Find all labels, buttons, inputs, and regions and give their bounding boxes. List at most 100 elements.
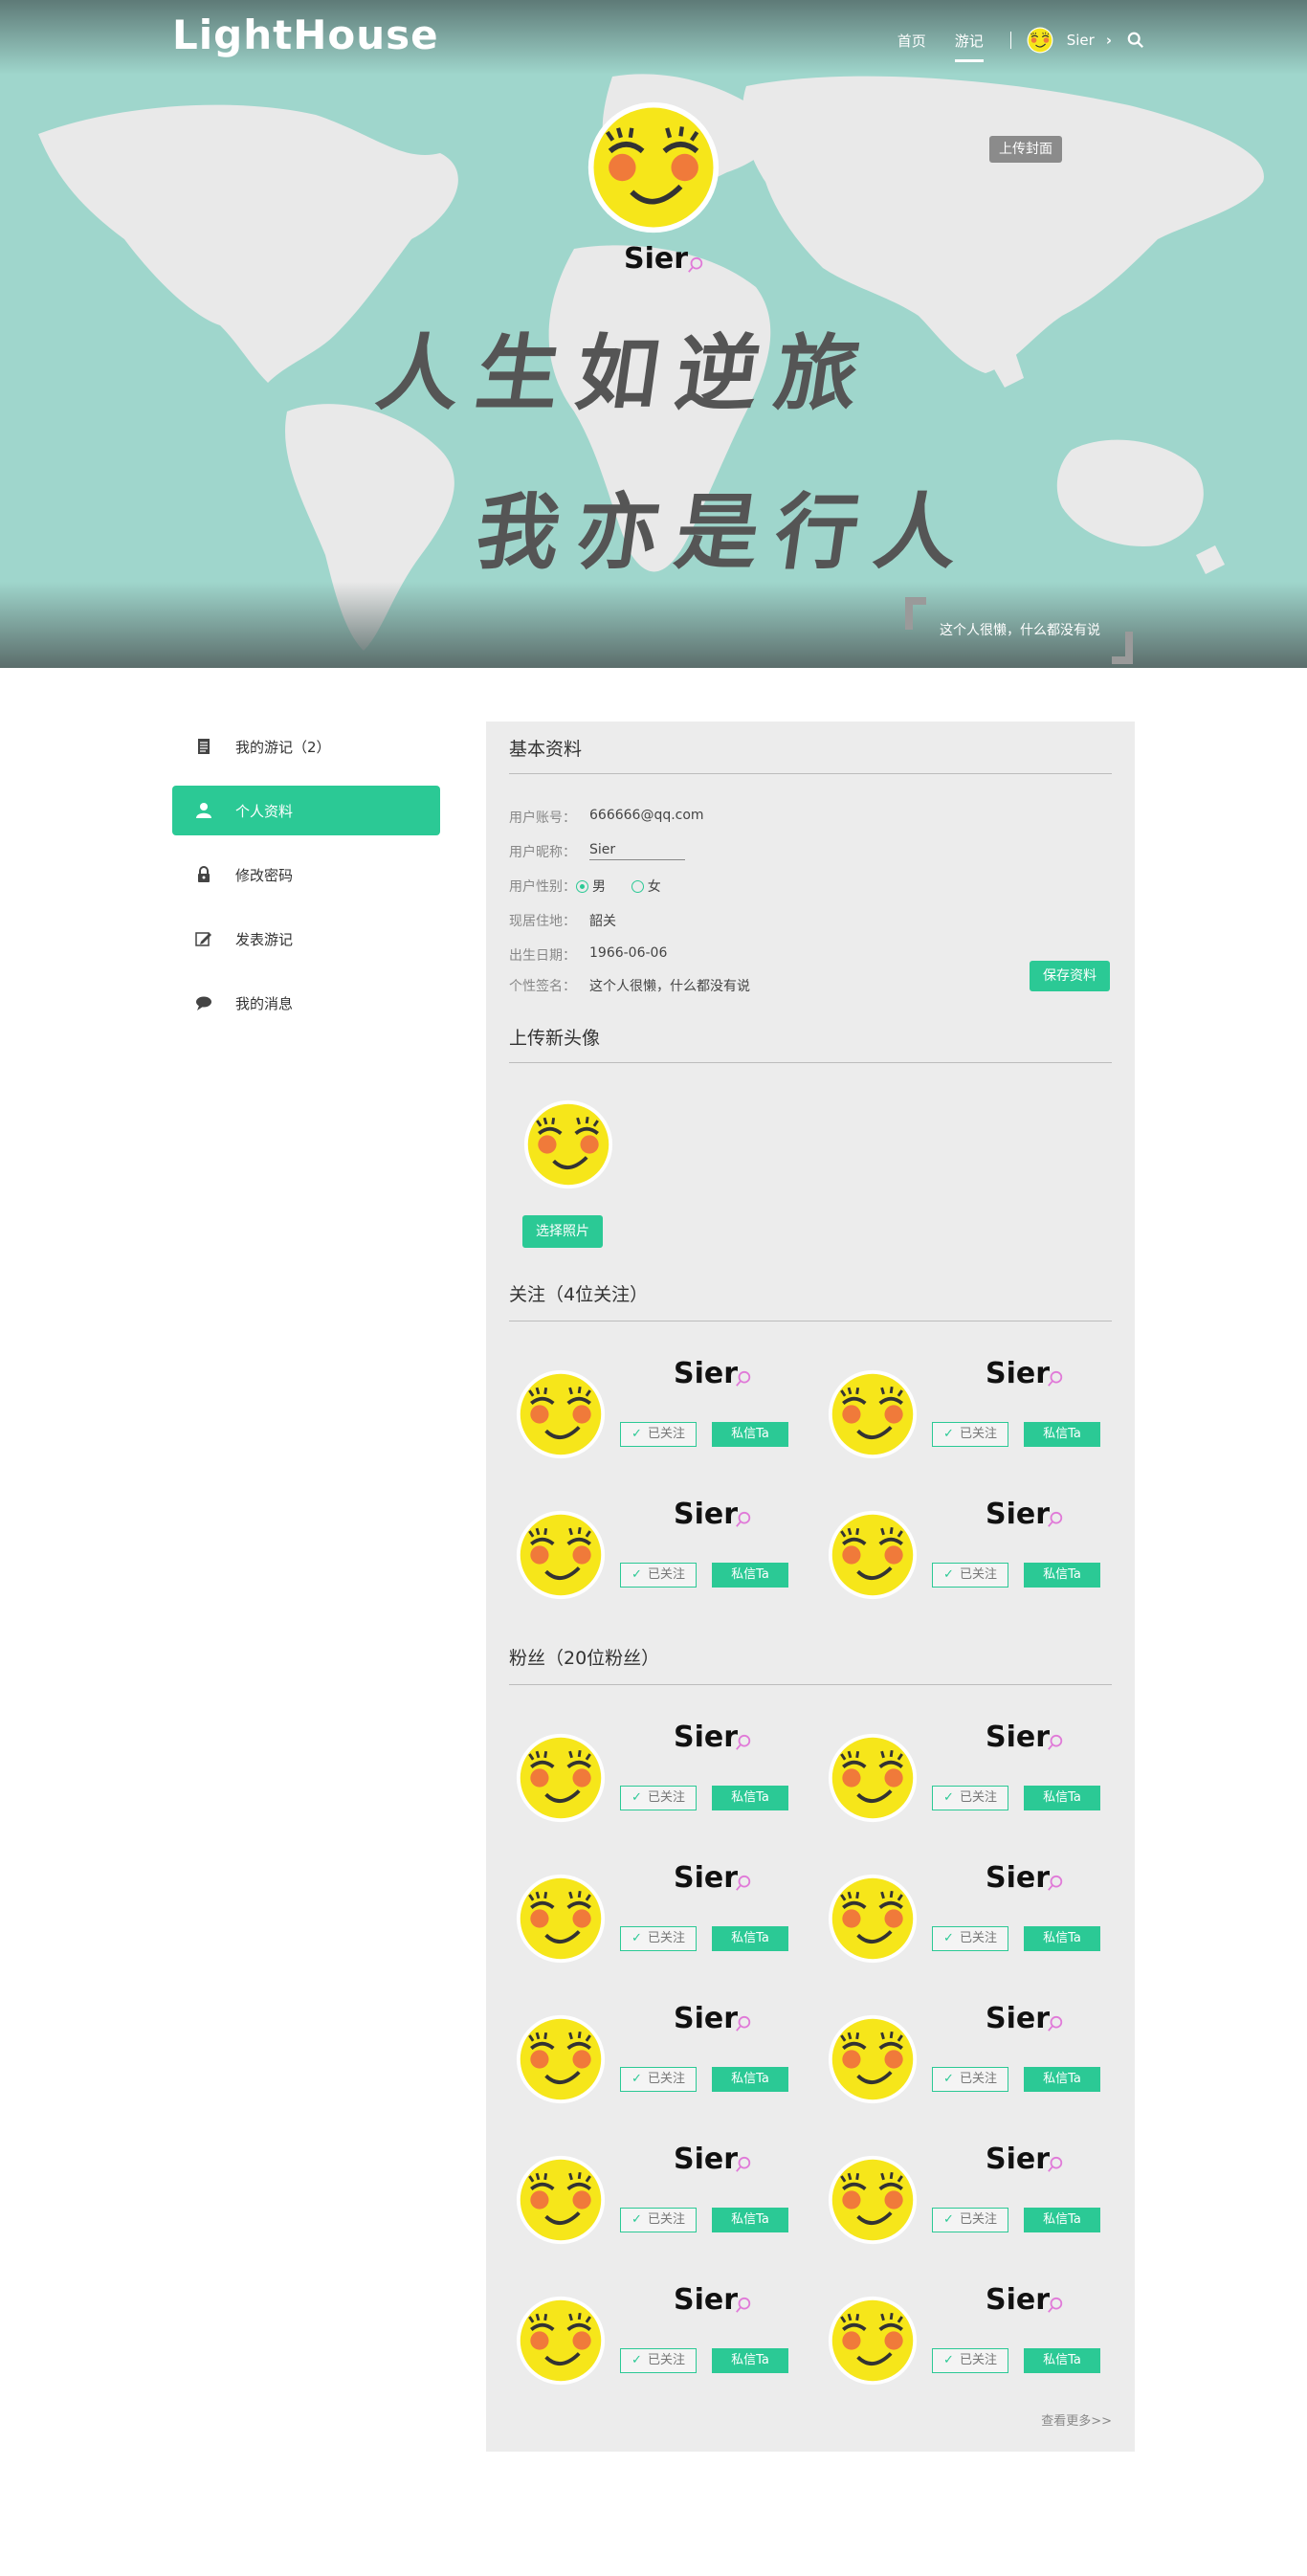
- followed-button[interactable]: ✓ 已关注: [932, 1563, 1008, 1588]
- user-avatar[interactable]: [515, 2295, 607, 2387]
- sidebar-item-profile[interactable]: 个人资料: [172, 786, 440, 835]
- search-user-icon[interactable]: [1047, 1734, 1064, 1751]
- chevron-right-icon[interactable]: ›: [1106, 32, 1112, 49]
- sidebar-item-messages[interactable]: 我的消息: [172, 978, 440, 1028]
- user-name[interactable]: Sier: [674, 2283, 738, 2317]
- followed-button[interactable]: ✓ 已关注: [620, 2067, 697, 2092]
- message-button[interactable]: 私信Ta: [1024, 2067, 1100, 2092]
- user-avatar[interactable]: [827, 1368, 919, 1460]
- message-button[interactable]: 私信Ta: [1024, 1563, 1100, 1588]
- user-name[interactable]: Sier: [674, 2002, 738, 2035]
- sidebar-item-publish[interactable]: 发表游记: [172, 914, 440, 964]
- search-user-icon[interactable]: [735, 1370, 752, 1388]
- search-user-icon[interactable]: [1047, 1370, 1064, 1388]
- document-icon: [198, 739, 210, 754]
- user-avatar[interactable]: [515, 2013, 607, 2105]
- user-name[interactable]: Sier: [986, 1498, 1050, 1531]
- followed-button[interactable]: ✓ 已关注: [620, 2208, 697, 2232]
- message-button[interactable]: 私信Ta: [712, 1926, 788, 1951]
- nickname-input[interactable]: Sier: [589, 842, 685, 860]
- user-avatar[interactable]: [827, 1873, 919, 1965]
- message-button[interactable]: 私信Ta: [712, 2348, 788, 2373]
- sidebar-item-change-password[interactable]: 修改密码: [172, 850, 440, 899]
- followed-button[interactable]: ✓ 已关注: [932, 2067, 1008, 2092]
- birthday-label: 出生日期：: [509, 948, 576, 964]
- signature-quote: 这个人很懒，什么都没有说: [905, 597, 1133, 664]
- message-button[interactable]: 私信Ta: [1024, 1926, 1100, 1951]
- user-name[interactable]: Sier: [986, 2143, 1050, 2176]
- user-avatar[interactable]: [827, 2154, 919, 2246]
- user-icon: [196, 803, 211, 818]
- choose-photo-button[interactable]: 选择照片: [522, 1215, 603, 1248]
- search-user-icon[interactable]: [1047, 1511, 1064, 1528]
- user-avatar[interactable]: [827, 2295, 919, 2387]
- section-divider: [509, 1684, 1112, 1685]
- nav-travelogue[interactable]: 游记: [954, 31, 984, 62]
- upload-cover-button[interactable]: 上传封面: [989, 136, 1062, 163]
- user-name[interactable]: Sier: [674, 1498, 738, 1531]
- search-user-icon[interactable]: [735, 2297, 752, 2314]
- user-name[interactable]: Sier: [986, 2283, 1050, 2317]
- search-user-icon[interactable]: [1047, 2297, 1064, 2314]
- followed-button[interactable]: ✓ 已关注: [620, 1563, 697, 1588]
- search-user-icon[interactable]: [735, 1511, 752, 1528]
- search-user-icon[interactable]: [687, 256, 704, 274]
- followed-button[interactable]: ✓ 已关注: [932, 1926, 1008, 1951]
- message-button[interactable]: 私信Ta: [1024, 1422, 1100, 1447]
- user-avatar[interactable]: [827, 1509, 919, 1601]
- user-avatar[interactable]: [515, 1873, 607, 1965]
- message-button[interactable]: 私信Ta: [1024, 2208, 1100, 2232]
- sidebar-item-my-travelogues[interactable]: 我的游记（2）: [172, 722, 440, 771]
- user-avatar[interactable]: [515, 1368, 607, 1460]
- message-button[interactable]: 私信Ta: [712, 1563, 788, 1588]
- save-profile-button[interactable]: 保存资料: [1030, 961, 1110, 991]
- user-name[interactable]: Sier: [674, 1861, 738, 1895]
- message-button[interactable]: 私信Ta: [1024, 2348, 1100, 2373]
- message-button[interactable]: 私信Ta: [1024, 1786, 1100, 1810]
- message-button[interactable]: 私信Ta: [712, 2067, 788, 2092]
- user-name[interactable]: Sier: [986, 1721, 1050, 1754]
- site-logo[interactable]: LightHouse: [172, 11, 439, 58]
- message-button[interactable]: 私信Ta: [712, 2208, 788, 2232]
- sidebar-item-label: 我的消息: [235, 994, 294, 1012]
- search-icon[interactable]: [1127, 32, 1144, 49]
- search-user-icon[interactable]: [1047, 2015, 1064, 2032]
- user-name[interactable]: Sier: [674, 1721, 738, 1754]
- gender-male-radio[interactable]: [576, 880, 588, 893]
- message-button[interactable]: 私信Ta: [712, 1422, 788, 1447]
- search-user-icon[interactable]: [1047, 2156, 1064, 2173]
- user-name[interactable]: Sier: [986, 1357, 1050, 1390]
- search-user-icon[interactable]: [735, 2015, 752, 2032]
- nav-user-name[interactable]: Sier: [1067, 32, 1095, 49]
- user-name[interactable]: Sier: [986, 1861, 1050, 1895]
- account-row: 用户账号： 666666@qq.com: [509, 808, 704, 827]
- followed-button[interactable]: ✓ 已关注: [620, 1786, 697, 1810]
- search-user-icon[interactable]: [735, 1734, 752, 1751]
- followed-button[interactable]: ✓ 已关注: [932, 1786, 1008, 1810]
- followed-button[interactable]: ✓ 已关注: [620, 1926, 697, 1951]
- message-button[interactable]: 私信Ta: [712, 1786, 788, 1810]
- followed-button[interactable]: ✓ 已关注: [932, 1422, 1008, 1447]
- followed-button[interactable]: ✓ 已关注: [932, 2208, 1008, 2232]
- search-user-icon[interactable]: [1047, 1875, 1064, 1892]
- view-more-link[interactable]: 查看更多>>: [1041, 2410, 1112, 2429]
- followed-button[interactable]: ✓ 已关注: [620, 2348, 697, 2373]
- followed-button[interactable]: ✓ 已关注: [932, 2348, 1008, 2373]
- sidebar-item-label: 修改密码: [235, 866, 294, 884]
- user-avatar[interactable]: [515, 2154, 607, 2246]
- check-icon: ✓: [631, 1931, 642, 1945]
- user-avatar[interactable]: [827, 1732, 919, 1824]
- user-name[interactable]: Sier: [986, 2002, 1050, 2035]
- user-avatar[interactable]: [515, 1509, 607, 1601]
- followed-label: 已关注: [647, 1931, 685, 1945]
- user-avatar[interactable]: [515, 1732, 607, 1824]
- followed-button[interactable]: ✓ 已关注: [620, 1422, 697, 1447]
- nav-home[interactable]: 首页: [897, 31, 926, 51]
- user-avatar[interactable]: [827, 2013, 919, 2105]
- search-user-icon[interactable]: [735, 1875, 752, 1892]
- user-name[interactable]: Sier: [674, 1357, 738, 1390]
- user-name[interactable]: Sier: [674, 2143, 738, 2176]
- search-user-icon[interactable]: [735, 2156, 752, 2173]
- gender-female-radio[interactable]: [631, 880, 644, 893]
- user-avatar-icon[interactable]: [1027, 27, 1053, 54]
